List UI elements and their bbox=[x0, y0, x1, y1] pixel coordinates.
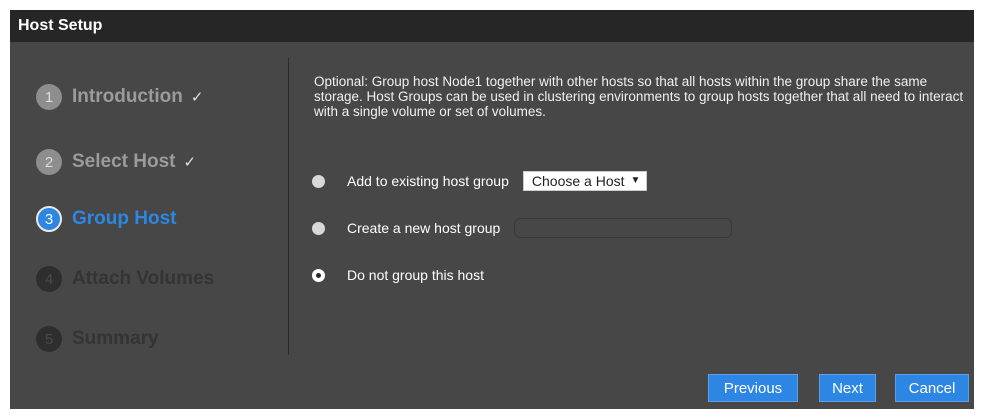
dropdown-arrow-icon: ▼ bbox=[630, 175, 641, 186]
step-label: Select Host bbox=[72, 151, 176, 172]
radio-add-existing[interactable] bbox=[312, 174, 325, 188]
radio-do-not-group[interactable] bbox=[312, 268, 325, 282]
option-label: Do not group this host bbox=[347, 267, 484, 283]
step-label: Group Host bbox=[72, 208, 177, 229]
group-host-description: Optional: Group host Node1 together with… bbox=[314, 74, 964, 119]
step-label: Summary bbox=[72, 328, 159, 349]
host-setup-dialog: Host Setup 1 Introduction ✓ 2 Select Hos… bbox=[10, 10, 974, 409]
step-introduction[interactable]: 1 Introduction ✓ bbox=[36, 83, 203, 111]
cancel-button[interactable]: Cancel bbox=[895, 374, 969, 402]
checkmark-icon: ✓ bbox=[190, 89, 204, 106]
select-value: Choose a Host bbox=[531, 173, 625, 189]
option-label: Create a new host group bbox=[347, 220, 501, 236]
step-number-badge: 4 bbox=[36, 266, 62, 292]
new-host-group-name-input[interactable] bbox=[514, 218, 733, 238]
step-attach-volumes: 4 Attach Volumes bbox=[36, 265, 214, 293]
step-number-badge: 1 bbox=[36, 84, 62, 110]
step-select-host[interactable]: 2 Select Host ✓ bbox=[36, 148, 196, 176]
dialog-title: Host Setup bbox=[10, 10, 974, 42]
option-label: Add to existing host group bbox=[347, 173, 509, 189]
step-number-badge: 3 bbox=[36, 206, 62, 232]
step-summary: 5 Summary bbox=[36, 325, 159, 353]
step-group-host[interactable]: 3 Group Host bbox=[36, 205, 177, 233]
checkmark-icon: ✓ bbox=[183, 154, 197, 171]
next-button[interactable]: Next bbox=[819, 374, 876, 402]
host-group-select[interactable]: Choose a Host ▼ bbox=[522, 171, 648, 191]
step-label: Introduction bbox=[72, 86, 183, 107]
option-do-not-group[interactable]: Do not group this host bbox=[312, 264, 484, 286]
previous-button[interactable]: Previous bbox=[708, 374, 798, 402]
radio-create-new[interactable] bbox=[312, 221, 325, 235]
wizard-steps: 1 Introduction ✓ 2 Select Host ✓ 3 Group… bbox=[10, 42, 290, 372]
step-number-badge: 5 bbox=[36, 326, 62, 352]
option-create-new-group[interactable]: Create a new host group bbox=[312, 217, 733, 239]
step-number-badge: 2 bbox=[36, 149, 62, 175]
option-add-existing-group[interactable]: Add to existing host group Choose a Host… bbox=[312, 170, 648, 192]
step-label: Attach Volumes bbox=[72, 268, 215, 289]
panel-divider bbox=[288, 58, 289, 355]
